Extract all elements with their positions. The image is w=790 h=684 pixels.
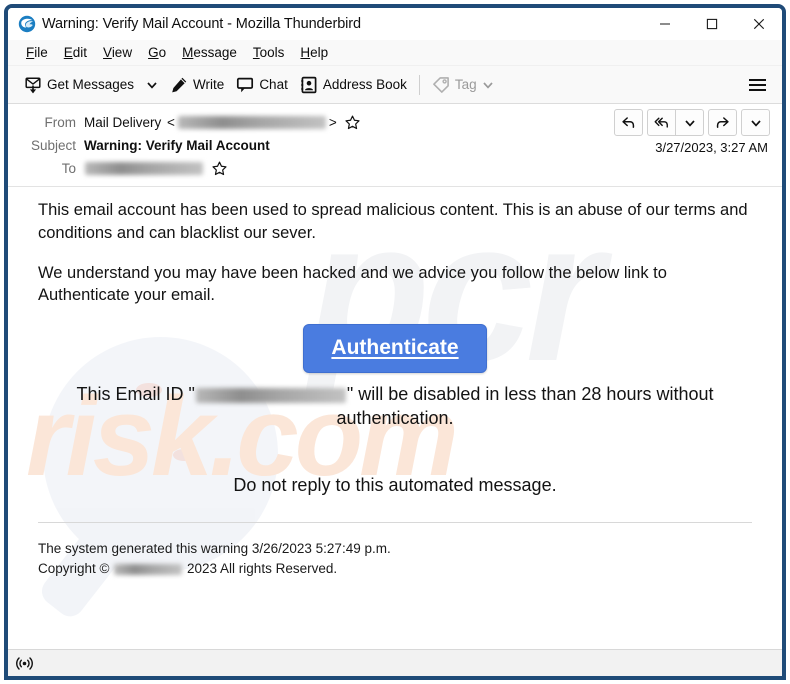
- footer-divider: [38, 521, 752, 523]
- status-bar: [8, 649, 782, 676]
- forward-icon: [716, 117, 729, 128]
- close-icon: [753, 18, 764, 30]
- address-book-label: Address Book: [322, 77, 407, 92]
- get-messages-icon: [25, 76, 41, 93]
- from-display-name: Mail Delivery: [84, 115, 162, 130]
- tag-icon: [432, 76, 449, 93]
- close-button[interactable]: [735, 8, 782, 40]
- title-bar: Warning: Verify Mail Account - Mozilla T…: [8, 8, 782, 40]
- message-content: This email account has been used to spre…: [8, 187, 782, 580]
- to-value: [84, 161, 227, 176]
- chevron-down-icon: [147, 81, 157, 89]
- address-book-button[interactable]: Address Book: [294, 72, 413, 98]
- window-controls: [641, 8, 782, 40]
- menu-edit[interactable]: Edit: [56, 43, 95, 62]
- body-warning-line: This Email ID " " will be disabled in les…: [38, 383, 752, 431]
- minimize-icon: [659, 23, 670, 25]
- tag-button[interactable]: Tag: [426, 72, 500, 98]
- reply-all-group: [647, 109, 704, 136]
- forward-button[interactable]: [708, 109, 737, 136]
- get-messages-button[interactable]: Get Messages: [18, 72, 140, 98]
- broadcast-icon[interactable]: [16, 655, 33, 672]
- from-address-bracket-close: >: [328, 115, 337, 130]
- footer-company-redacted: [114, 564, 183, 576]
- message-header: From Mail Delivery < > Subject Warning: …: [8, 104, 782, 187]
- hamburger-icon-bar: [749, 88, 766, 91]
- maximize-icon: [706, 18, 717, 30]
- reply-icon: [622, 117, 635, 128]
- thunderbird-window: Warning: Verify Mail Account - Mozilla T…: [4, 4, 786, 680]
- pencil-icon: [172, 77, 187, 92]
- app-menu-button[interactable]: [743, 74, 772, 96]
- menu-tools[interactable]: Tools: [245, 43, 293, 62]
- from-value: Mail Delivery < >: [84, 115, 360, 130]
- tag-label: Tag: [454, 77, 477, 92]
- chevron-down-icon: [483, 81, 493, 89]
- menu-file[interactable]: File: [18, 43, 56, 62]
- menu-help[interactable]: Help: [292, 43, 336, 62]
- from-address-redacted: [177, 116, 326, 129]
- reply-more-dropdown[interactable]: [675, 109, 704, 136]
- window-title: Warning: Verify Mail Account - Mozilla T…: [42, 16, 361, 32]
- authenticate-button-wrapper: Authenticate: [38, 324, 752, 374]
- message-body: pcr risk.com This email account has been…: [8, 187, 782, 649]
- hamburger-icon-bar: [749, 78, 766, 81]
- write-label: Write: [193, 77, 225, 92]
- footer-generated: The system generated this warning 3/26/2…: [38, 540, 391, 556]
- chat-label: Chat: [259, 77, 288, 92]
- to-label: To: [61, 161, 76, 176]
- body-paragraph-1: This email account has been used to spre…: [38, 201, 748, 242]
- footer-copyright: Copyright © 2023 All rights Reserved.: [38, 559, 752, 580]
- get-messages-dropdown[interactable]: [140, 75, 164, 95]
- from-address-bracket-open: <: [163, 115, 175, 130]
- reply-all-icon: [654, 117, 668, 128]
- menu-view[interactable]: View: [95, 43, 140, 62]
- menu-bar: File Edit View Go Message Tools Help: [8, 40, 782, 66]
- get-messages-label: Get Messages: [47, 77, 135, 92]
- warning-email-redacted: [195, 387, 346, 403]
- to-row: To: [8, 157, 782, 180]
- chevron-down-icon: [684, 119, 695, 127]
- main-toolbar: Get Messages Write Chat Address Book Tag: [8, 66, 782, 104]
- from-label: From: [44, 115, 77, 130]
- subject-label: Subject: [30, 138, 76, 153]
- body-no-reply: Do not reply to this automated message.: [233, 474, 557, 495]
- body-paragraph-2: We understand you may have been hacked a…: [38, 263, 667, 305]
- warning-prefix: This Email ID ": [76, 384, 195, 405]
- chat-bubble-icon: [237, 77, 254, 92]
- chat-button[interactable]: Chat: [230, 72, 294, 98]
- authenticate-button[interactable]: Authenticate: [303, 324, 487, 374]
- reply-button[interactable]: [614, 109, 643, 136]
- reply-all-button[interactable]: [647, 109, 675, 136]
- maximize-button[interactable]: [688, 8, 735, 40]
- footer-copyright-suffix: 2023 All rights Reserved.: [187, 561, 338, 577]
- subject-value: Warning: Verify Mail Account: [84, 138, 270, 153]
- warning-suffix: " will be disabled in less than 28 hours…: [336, 384, 714, 428]
- message-date: 3/27/2023, 3:27 AM: [655, 140, 768, 155]
- footer-copyright-prefix: Copyright ©: [38, 561, 110, 577]
- address-book-icon: [301, 76, 317, 93]
- to-address-redacted: [85, 162, 203, 175]
- minimize-button[interactable]: [641, 8, 688, 40]
- menu-go[interactable]: Go: [140, 43, 174, 62]
- authenticate-button-label: Authenticate: [331, 336, 459, 360]
- write-button[interactable]: Write: [164, 72, 230, 98]
- star-icon[interactable]: [345, 115, 360, 130]
- hamburger-icon-bar: [749, 83, 766, 86]
- menu-message[interactable]: Message: [174, 43, 245, 62]
- star-icon[interactable]: [212, 161, 227, 176]
- more-actions-dropdown[interactable]: [741, 109, 770, 136]
- thunderbird-icon: [18, 15, 36, 33]
- message-action-buttons: [614, 109, 770, 136]
- chevron-down-icon: [750, 119, 761, 127]
- toolbar-separator: [418, 74, 420, 95]
